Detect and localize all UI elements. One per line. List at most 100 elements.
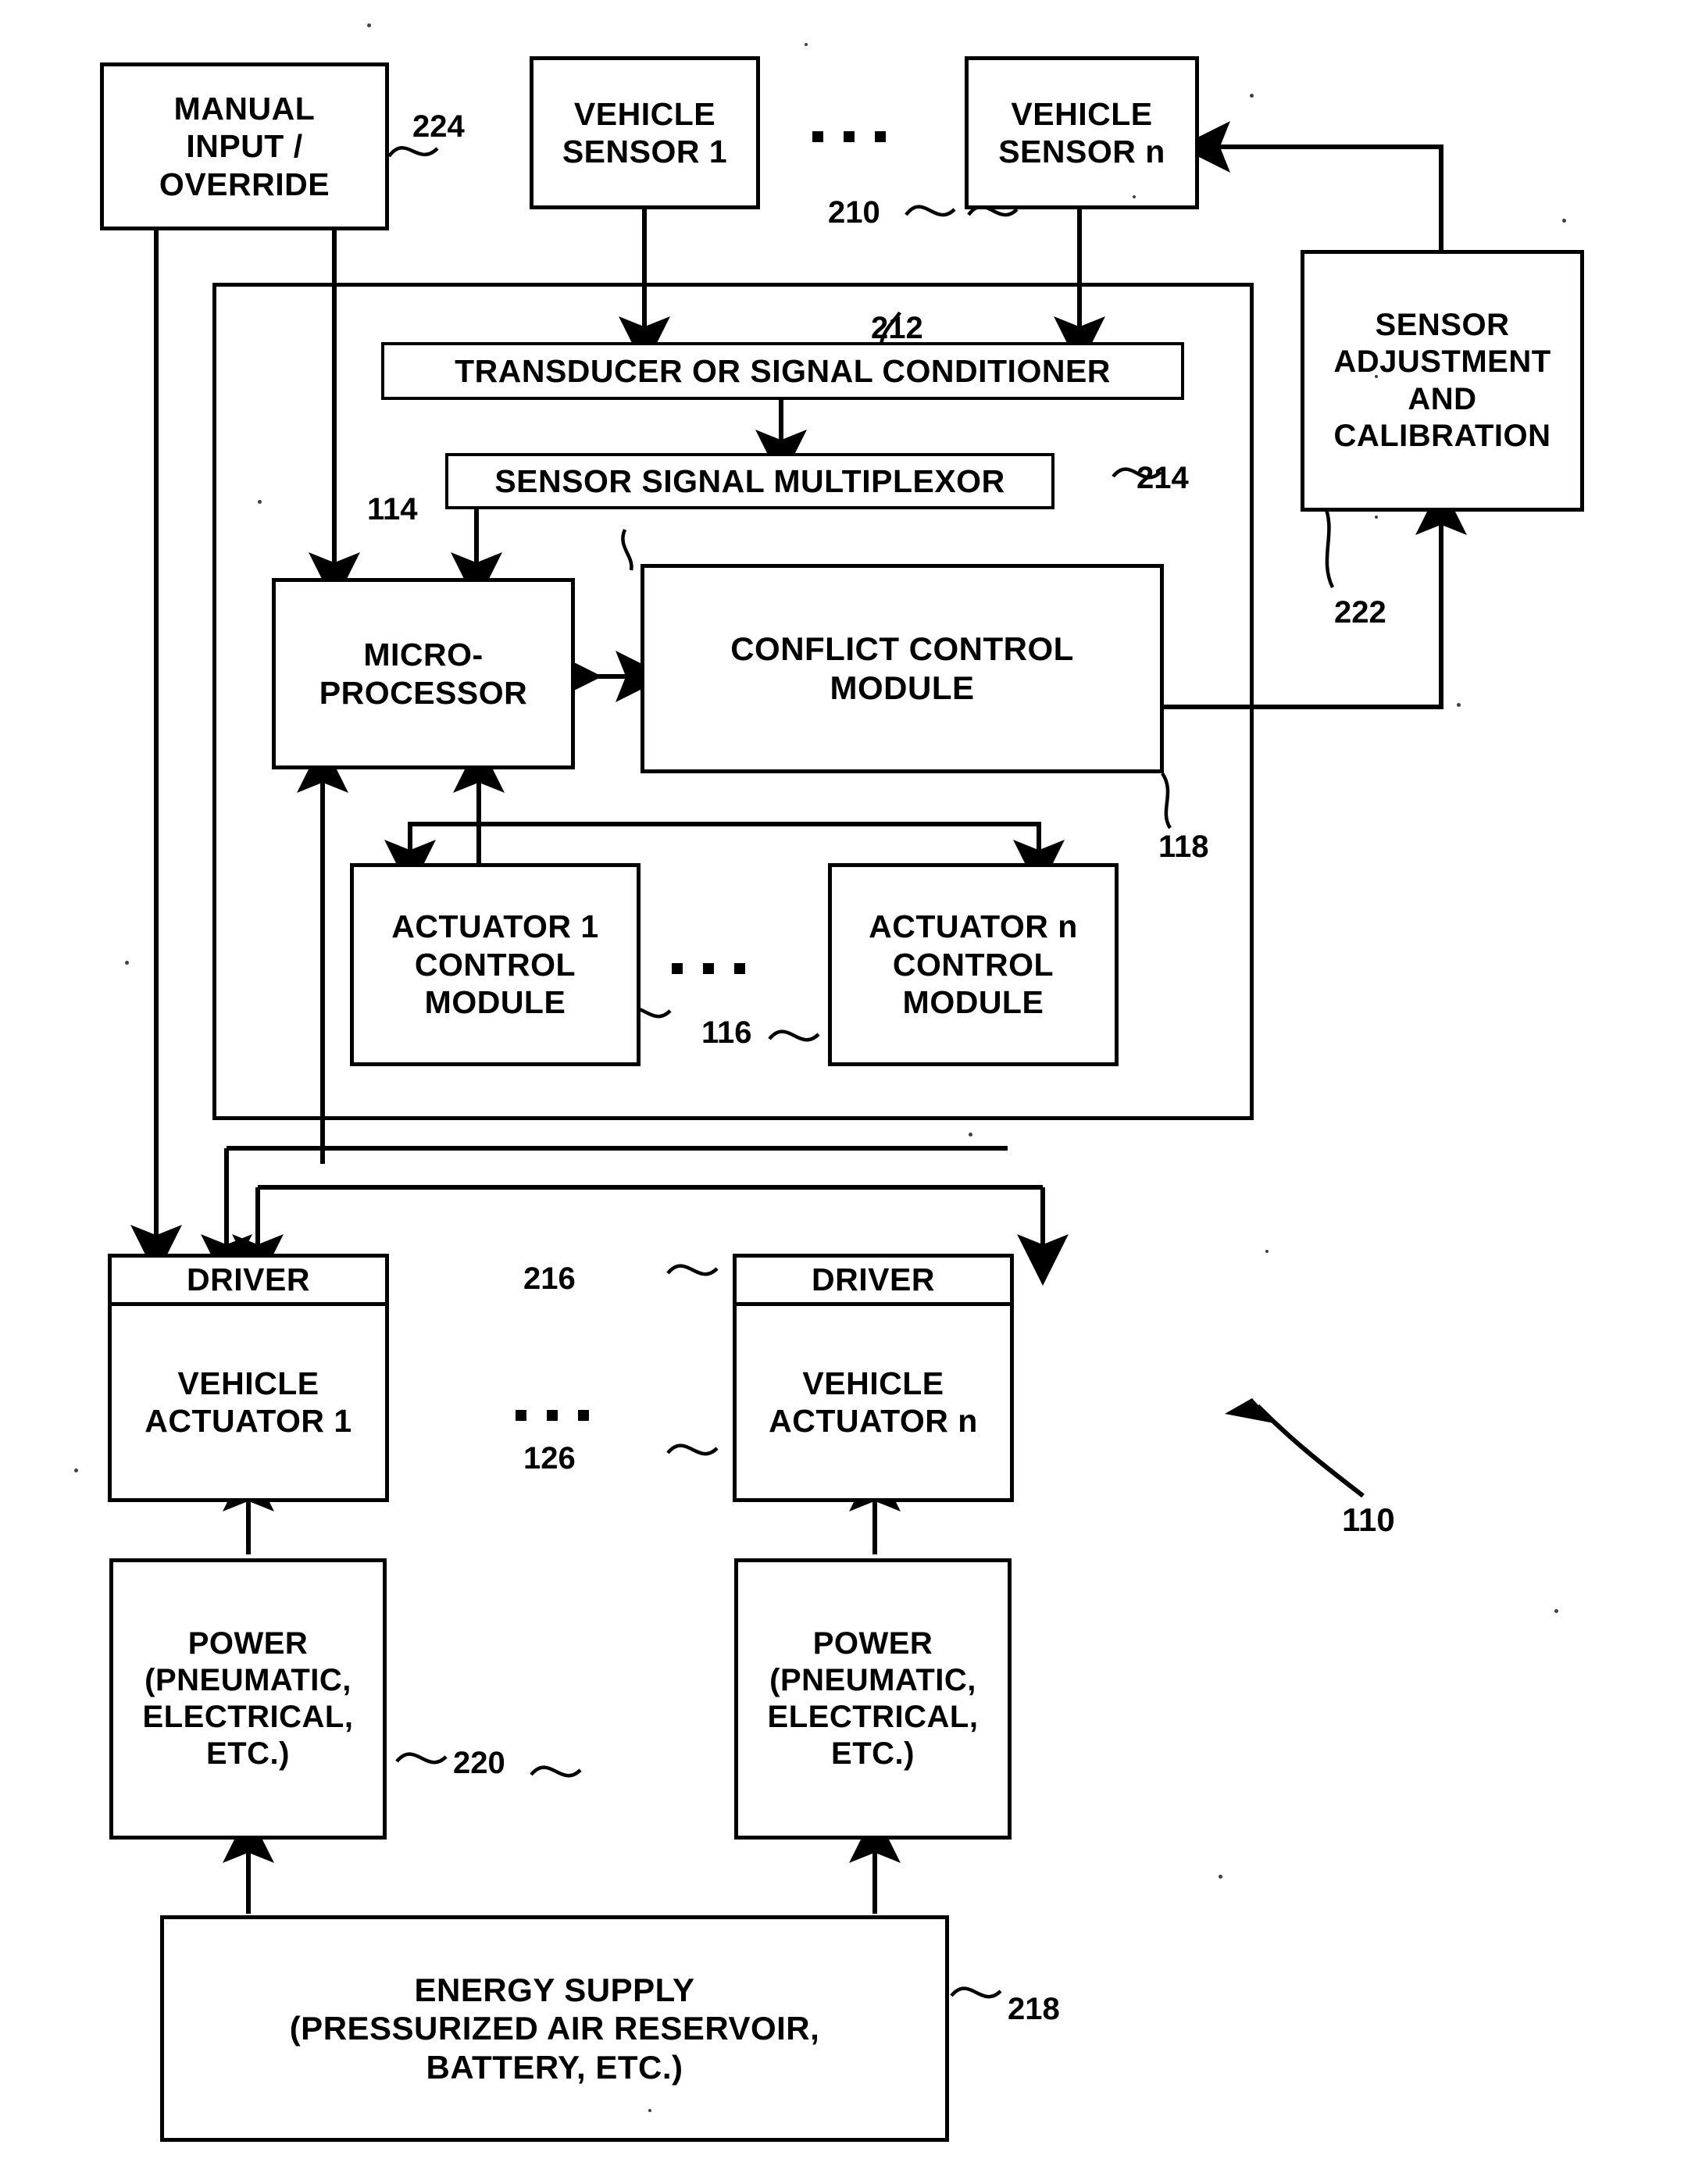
actuator-n-control-module-box[interactable]: ACTUATOR n CONTROL MODULE [828, 863, 1119, 1066]
driver-vehicle-actuator-1-box[interactable]: DRIVER VEHICLE ACTUATOR 1 [108, 1254, 389, 1502]
power-n-line-3: ELECTRICAL, [767, 1700, 979, 1734]
actuator-control-ellipsis [672, 963, 745, 974]
scan-speck [258, 500, 262, 504]
conflict-control-line-1: CONFLICT CONTROL [730, 630, 1074, 668]
ref-118: 118 [1158, 830, 1209, 864]
ref-220: 220 [453, 1746, 505, 1780]
leader-110 [1255, 1404, 1365, 1498]
ref-114: 114 [367, 492, 418, 526]
actuator-n-ctrl-line-2: CONTROL [892, 946, 1054, 983]
vehicle-sensor-n-line-2: SENSOR n [998, 134, 1165, 170]
scan-speck [1250, 94, 1254, 98]
manual-input-line-3: OVERRIDE [159, 166, 330, 202]
power-n-line-2: (PNEUMATIC, [769, 1662, 976, 1697]
scan-speck [125, 961, 129, 965]
sensor-adjustment-calibration-box[interactable]: SENSOR ADJUSTMENT AND CALIBRATION [1301, 250, 1584, 512]
leader-110-arrowhead [1225, 1398, 1274, 1423]
manual-input-line-1: MANUAL [173, 90, 316, 127]
leader-224 [387, 146, 439, 158]
patent-figure-page: MANUAL INPUT / OVERRIDE 224 VEHICLE SENS… [0, 0, 1695, 2184]
leader-126-left [666, 1444, 719, 1456]
ref-218: 218 [1008, 1992, 1060, 2026]
leader-216-left [666, 1264, 719, 1276]
vehicle-actuator-n-line-1: VEHICLE [802, 1365, 944, 1401]
power-n-line-1: POWER [812, 1626, 933, 1661]
power-1-line-1: POWER [187, 1626, 309, 1661]
microprocessor-box[interactable]: MICRO- PROCESSOR [272, 578, 575, 769]
energy-supply-line-3: BATTERY, ETC.) [426, 2048, 683, 2086]
actuator-1-ctrl-line-3: MODULE [424, 984, 566, 1021]
line-sensor-adjust-to-sensorn [1179, 121, 1443, 250]
transducer-label: TRANSDUCER OR SIGNAL CONDITIONER [455, 352, 1111, 389]
actuator-1-control-module-box[interactable]: ACTUATOR 1 CONTROL MODULE [350, 863, 641, 1066]
ref-216: 216 [523, 1262, 576, 1296]
energy-supply-line-1: ENERGY SUPPLY [414, 1971, 695, 2008]
actuator-ellipsis [516, 1410, 589, 1421]
actuator-n-ctrl-line-3: MODULE [902, 984, 1044, 1021]
leader-220-right [530, 1765, 582, 1778]
sensor-adjust-line-1: SENSOR [1375, 308, 1510, 343]
driver-n-header-label: DRIVER [812, 1262, 935, 1298]
ref-126: 126 [523, 1441, 576, 1476]
power-n-line-4: ETC.) [831, 1736, 915, 1772]
transducer-signal-conditioner-box[interactable]: TRANSDUCER OR SIGNAL CONDITIONER [381, 342, 1184, 400]
vehicle-actuator-1-line-2: ACTUATOR 1 [145, 1403, 352, 1439]
vehicle-actuator-n-body: VEHICLE ACTUATOR n [737, 1306, 1010, 1498]
driver-1-header-label: DRIVER [187, 1262, 310, 1298]
ref-212: 212 [871, 311, 923, 345]
power-1-line-2: (PNEUMATIC, [145, 1662, 351, 1697]
sensor-adjust-line-3: AND [1408, 381, 1477, 416]
actuator-n-ctrl-line-1: ACTUATOR n [869, 908, 1078, 945]
ref-214: 214 [1137, 461, 1189, 495]
scan-speck [1133, 195, 1136, 198]
scan-speck [1375, 375, 1378, 378]
vehicle-sensor-n-line-1: VEHICLE [1011, 95, 1153, 132]
vehicle-sensor-1-box[interactable]: VEHICLE SENSOR 1 [530, 56, 760, 209]
multiplexor-label: SENSOR SIGNAL MULTIPLEXOR [494, 462, 1005, 499]
driver-1-header: DRIVER [112, 1258, 385, 1306]
energy-supply-box[interactable]: ENERGY SUPPLY (PRESSURIZED AIR RESERVOIR… [160, 1915, 949, 2142]
conflict-control-module-box[interactable]: CONFLICT CONTROL MODULE [641, 564, 1164, 773]
actuator-1-ctrl-line-1: ACTUATOR 1 [391, 908, 599, 945]
manual-input-line-2: INPUT / [186, 128, 303, 165]
vehicle-sensor-1-line-1: VEHICLE [573, 95, 716, 132]
vehicle-sensor-n-box[interactable]: VEHICLE SENSOR n [965, 56, 1199, 209]
ref-222: 222 [1334, 595, 1386, 630]
manual-input-override-box[interactable]: MANUAL INPUT / OVERRIDE [100, 62, 389, 230]
leader-218 [950, 1986, 1002, 1999]
scan-speck [1219, 1875, 1222, 1879]
scan-speck [367, 23, 371, 27]
scan-speck [648, 2109, 651, 2112]
scan-speck [969, 1133, 972, 1137]
scan-speck [1457, 703, 1461, 707]
power-source-n-box[interactable]: POWER (PNEUMATIC, ELECTRICAL, ETC.) [734, 1558, 1012, 1840]
ref-224: 224 [412, 109, 465, 144]
microprocessor-line-1: MICRO- [363, 637, 484, 673]
leader-222 [1322, 503, 1335, 588]
power-source-1-box[interactable]: POWER (PNEUMATIC, ELECTRICAL, ETC.) [109, 1558, 387, 1840]
sensor-adjust-line-4: CALIBRATION [1333, 418, 1551, 453]
scan-speck [1375, 516, 1378, 519]
vehicle-actuator-n-line-2: ACTUATOR n [769, 1403, 978, 1439]
power-1-line-4: ETC.) [206, 1736, 290, 1772]
leader-210-right [905, 205, 956, 217]
sensor-ellipsis [812, 131, 886, 142]
vehicle-actuator-1-body: VEHICLE ACTUATOR 1 [112, 1306, 385, 1498]
vehicle-sensor-1-line-2: SENSOR 1 [562, 134, 728, 170]
microprocessor-line-2: PROCESSOR [319, 674, 528, 711]
ref-110: 110 [1342, 1501, 1395, 1538]
vehicle-actuator-1-line-1: VEHICLE [177, 1365, 319, 1401]
conflict-control-line-2: MODULE [830, 669, 975, 706]
sensor-signal-multiplexor-box[interactable]: SENSOR SIGNAL MULTIPLEXOR [445, 453, 1054, 509]
driver-vehicle-actuator-n-box[interactable]: DRIVER VEHICLE ACTUATOR n [733, 1254, 1014, 1502]
scan-speck [1265, 1250, 1269, 1253]
sensor-adjust-line-2: ADJUSTMENT [1333, 344, 1551, 380]
scan-speck [805, 43, 808, 46]
scan-speck [1562, 219, 1566, 223]
actuator-1-ctrl-line-2: CONTROL [414, 946, 576, 983]
ref-210: 210 [828, 195, 880, 230]
power-1-line-3: ELECTRICAL, [142, 1700, 354, 1734]
scan-speck [1554, 1609, 1558, 1613]
driver-n-header: DRIVER [737, 1258, 1010, 1306]
leader-220-left [395, 1752, 448, 1765]
